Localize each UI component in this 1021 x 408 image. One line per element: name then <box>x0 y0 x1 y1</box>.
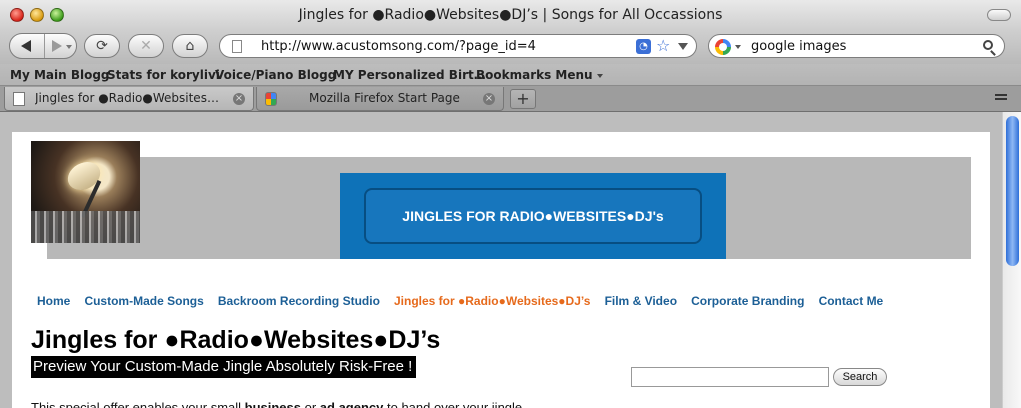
page-icon <box>13 92 25 106</box>
site-nav: Home Custom-Made Songs Backroom Recordin… <box>37 290 892 308</box>
back-forward-group <box>9 33 77 59</box>
close-icon[interactable]: × <box>233 93 245 105</box>
bookmarks-toolbar: My Main Blogg Stats for korylivi Voice/P… <box>0 64 1021 86</box>
site-banner[interactable]: JINGLES FOR RADIO●WEBSITES●DJ's <box>340 173 726 259</box>
scrollbar-thumb[interactable] <box>1006 116 1019 266</box>
body-text-segment: or <box>301 400 320 408</box>
tab-label: Jingles for ●Radio●Websites●DJ… <box>35 91 227 105</box>
nav-corporate-branding[interactable]: Corporate Branding <box>691 294 804 308</box>
chevron-down-icon <box>596 73 603 78</box>
nav-film-video[interactable]: Film & Video <box>605 294 677 308</box>
body-bold-ad-agency: ad agency <box>319 400 384 408</box>
nav-jingles[interactable]: Jingles for ●Radio●Websites●DJ’s <box>394 294 590 308</box>
reload-icon: ⟳ <box>96 38 108 54</box>
bookmark-my-main-blogg[interactable]: My Main Blogg <box>10 68 110 82</box>
search-icon[interactable] <box>983 40 993 50</box>
tab-list-button[interactable] <box>990 90 1012 108</box>
nav-custom-made-songs[interactable]: Custom-Made Songs <box>84 294 203 308</box>
browser-window: Jingles for ●Radio●Websites●DJ’s | Songs… <box>0 0 1021 408</box>
nav-backroom-recording-studio[interactable]: Backroom Recording Studio <box>218 294 380 308</box>
page-title: Jingles for ●Radio●Websites●DJ’s <box>31 326 441 354</box>
search-bar[interactable]: google images <box>708 34 1005 58</box>
body-text-segment: This special offer enables your small <box>31 400 245 408</box>
google-engine-icon[interactable] <box>715 39 731 55</box>
title-bar: Jingles for ●Radio●Websites●DJ’s | Songs… <box>0 0 1021 30</box>
window-title: Jingles for ●Radio●Websites●DJ’s | Songs… <box>298 7 723 23</box>
mixing-console <box>31 211 140 243</box>
url-history-dropdown-icon[interactable] <box>678 43 688 50</box>
reload-button[interactable]: ⟳ <box>84 34 120 58</box>
nav-home[interactable]: Home <box>37 294 70 308</box>
studio-microphone-image <box>31 141 140 243</box>
new-tab-button[interactable]: + <box>510 89 536 109</box>
bookmark-voice-piano-blogg[interactable]: Voice/Piano Blogg <box>215 68 336 82</box>
vertical-scrollbar[interactable] <box>1002 112 1021 408</box>
forward-button[interactable] <box>46 35 76 57</box>
toolbar-toggle-button[interactable] <box>987 9 1011 21</box>
nav-contact-me[interactable]: Contact Me <box>819 294 884 308</box>
history-caret-icon <box>66 45 72 49</box>
forward-arrow-icon <box>52 40 62 52</box>
page-viewport: JINGLES FOR RADIO●WEBSITES●DJ's Home Cus… <box>0 112 1021 408</box>
page-icon <box>232 40 242 53</box>
web-page: JINGLES FOR RADIO●WEBSITES●DJ's Home Cus… <box>12 132 990 408</box>
bookmark-stats[interactable]: Stats for korylivi <box>107 68 220 82</box>
tab-label: Mozilla Firefox Start Page <box>309 91 460 105</box>
back-button[interactable] <box>12 35 42 57</box>
stop-button[interactable]: ✕ <box>128 34 164 58</box>
tab-firefox-start[interactable]: Mozilla Firefox Start Page × <box>256 87 504 111</box>
home-icon: ⌂ <box>185 38 195 54</box>
microphone-icon <box>62 156 106 196</box>
engine-caret-icon[interactable] <box>735 45 741 49</box>
stop-icon: ✕ <box>140 38 152 54</box>
google-favicon-icon <box>265 92 277 106</box>
page-subtitle: Preview Your Custom-Made Jingle Absolute… <box>31 356 417 378</box>
body-text-segment: to hand over your jingle <box>383 400 523 408</box>
url-bar[interactable]: http://www.acustomsong.com/?page_id=4 ◔ … <box>219 34 697 58</box>
banner-frame: JINGLES FOR RADIO●WEBSITES●DJ's <box>364 188 702 244</box>
site-search-input[interactable] <box>631 367 829 387</box>
list-icon <box>995 94 1007 96</box>
home-button[interactable]: ⌂ <box>172 34 208 58</box>
bookmarks-menu[interactable]: Bookmarks Menu <box>476 68 603 82</box>
tab-jingles[interactable]: Jingles for ●Radio●Websites●DJ… × <box>4 87 254 111</box>
rss-feed-icon[interactable]: ◔ <box>636 39 651 54</box>
site-search-button[interactable]: Search <box>833 368 887 386</box>
search-input[interactable]: google images <box>751 39 846 54</box>
navigation-toolbar: ⟳ ✕ ⌂ http://www.acustomsong.com/?page_i… <box>0 30 1021 64</box>
back-arrow-icon <box>21 40 31 52</box>
divider <box>44 34 45 58</box>
banner-text: JINGLES FOR RADIO●WEBSITES●DJ's <box>402 208 664 224</box>
bookmarks-menu-label: Bookmarks Menu <box>476 68 593 82</box>
body-bold-business: business <box>244 400 301 408</box>
body-paragraph: This special offer enables your small bu… <box>31 400 522 408</box>
url-input[interactable]: http://www.acustomsong.com/?page_id=4 <box>261 39 536 54</box>
tab-strip: Jingles for ●Radio●Websites●DJ… × Mozill… <box>0 86 1021 112</box>
bookmark-star-icon[interactable]: ☆ <box>656 36 670 55</box>
close-icon[interactable]: × <box>483 93 495 105</box>
bookmark-personalized-birthday[interactable]: MY Personalized Birt… <box>333 68 486 82</box>
